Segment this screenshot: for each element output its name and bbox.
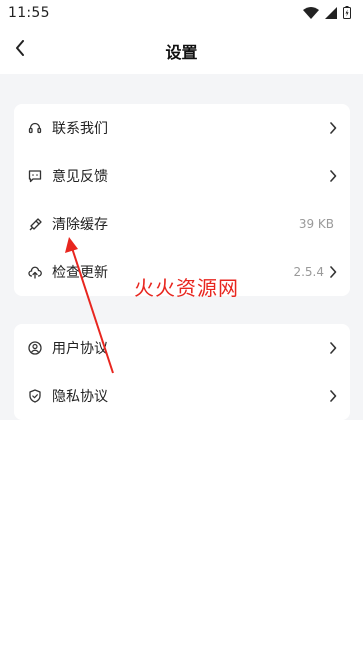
chevron-right-icon [328, 169, 338, 183]
broom-icon [28, 217, 42, 231]
contact-us-item[interactable]: 联系我们 [14, 104, 350, 152]
contact-us-label: 联系我们 [52, 121, 108, 137]
privacy-policy-item[interactable]: 隐私协议 [14, 372, 350, 420]
chevron-right-icon [328, 265, 338, 279]
settings-content: 联系我们 意见反馈 清除缓存 39 KB 检查更新 2.5.4 用户协议 隐私协… [0, 74, 363, 420]
chevron-right-icon [328, 121, 338, 135]
version-value: 2.5.4 [293, 265, 324, 279]
user-circle-icon [28, 341, 42, 355]
privacy-policy-label: 隐私协议 [52, 389, 108, 405]
shield-check-icon [28, 389, 42, 403]
feedback-label: 意见反馈 [52, 169, 108, 185]
cache-size-value: 39 KB [298, 217, 334, 231]
user-agreement-label: 用户协议 [52, 341, 108, 357]
wifi-icon [303, 4, 319, 23]
user-agreement-item[interactable]: 用户协议 [14, 324, 350, 372]
headset-icon [28, 121, 42, 135]
settings-group-general: 联系我们 意见反馈 清除缓存 39 KB 检查更新 2.5.4 [14, 104, 350, 296]
status-bar: 11:55 [0, 0, 363, 26]
watermark-text: 火火资源网 [134, 276, 239, 300]
chevron-right-icon [328, 389, 338, 403]
clear-cache-item[interactable]: 清除缓存 39 KB [14, 200, 350, 248]
cloud-upload-icon [28, 265, 42, 279]
settings-group-legal: 用户协议 隐私协议 [14, 324, 350, 420]
nav-bar: 设置 [0, 26, 363, 74]
battery-icon [343, 4, 351, 23]
feedback-item[interactable]: 意见反馈 [14, 152, 350, 200]
signal-icon [325, 4, 337, 23]
status-time: 11:55 [8, 5, 50, 21]
page-title: 设置 [165, 43, 198, 62]
feedback-icon [28, 169, 42, 183]
clear-cache-label: 清除缓存 [52, 217, 108, 233]
status-icons [303, 4, 351, 23]
chevron-right-icon [328, 341, 338, 355]
